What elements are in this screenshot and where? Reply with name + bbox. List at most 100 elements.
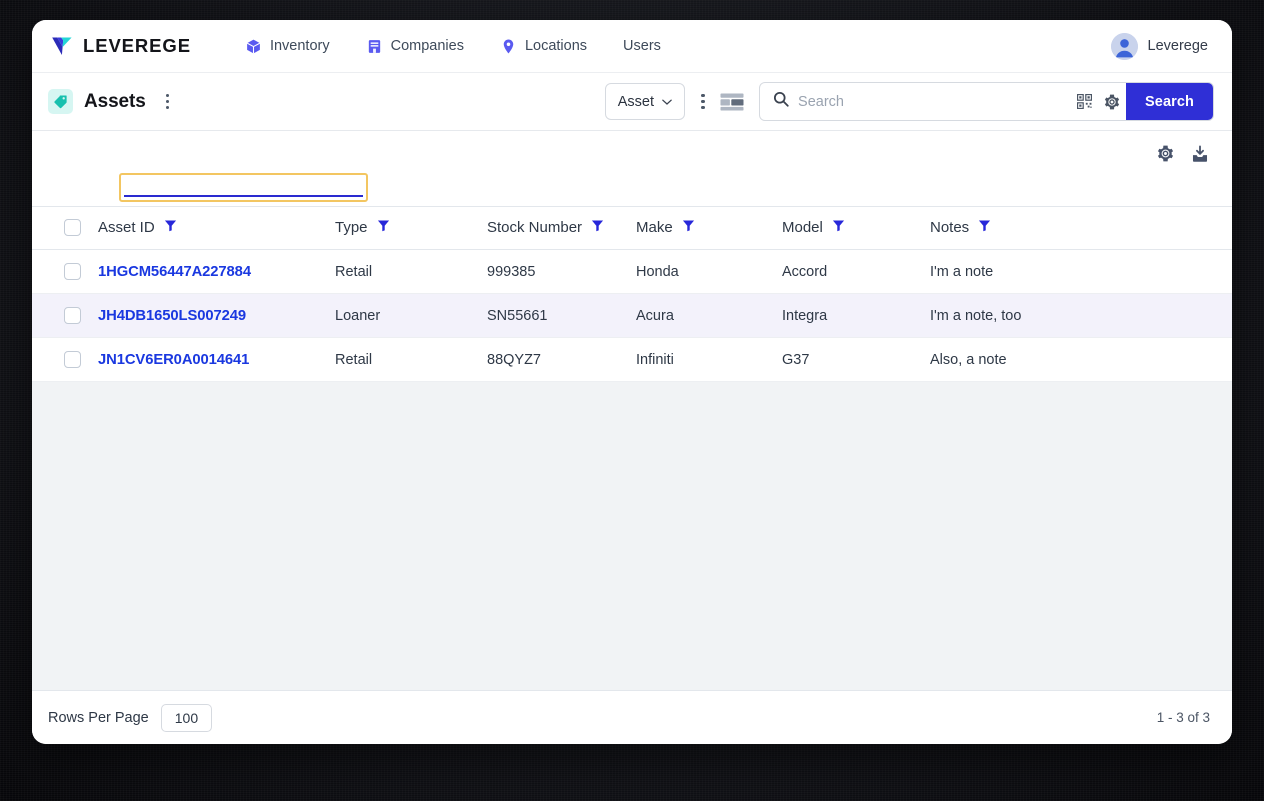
user-menu[interactable]: Leverege [1105, 29, 1212, 64]
row-checkbox[interactable] [64, 307, 81, 324]
nav-item-locations[interactable]: Locations [482, 30, 605, 63]
column-header-type[interactable]: Type [335, 207, 487, 250]
cell-make: Honda [636, 249, 782, 294]
leverege-v-logo-icon [50, 34, 74, 58]
application-window: LEVEREGE Inventory Companies Locations U… [32, 20, 1232, 744]
table-action-strip [32, 131, 1232, 176]
primary-nav: Inventory Companies Locations Users [227, 30, 679, 63]
cell-stock-number: 88QYZ7 [487, 337, 636, 382]
column-label: Make [636, 219, 673, 236]
filter-funnel-icon[interactable] [978, 219, 991, 236]
cell-model: Integra [782, 293, 930, 338]
cell-asset-id: JH4DB1650LS007249 [98, 293, 335, 338]
table-row[interactable]: JN1CV6ER0A0014641 Retail 88QYZ7 Infiniti G37… [32, 337, 1232, 382]
assets-table: Asset ID Type Stock Number Make Model No… [32, 207, 1232, 382]
asset-id-filter-input[interactable] [124, 179, 363, 197]
download-icon[interactable] [1190, 144, 1210, 164]
row-checkbox-cell [32, 337, 98, 382]
pagination-status: 1 - 3 of 3 [1156, 710, 1210, 725]
brand-name: LEVEREGE [83, 35, 191, 56]
table-body: 1HGCM56447A227884 Retail 999385 Honda Accord… [32, 249, 1232, 382]
column-header-make[interactable]: Make [636, 207, 782, 250]
type-select-dropdown[interactable]: Asset [604, 83, 686, 120]
nav-item-users[interactable]: Users [605, 30, 679, 62]
top-navigation-bar: LEVEREGE Inventory Companies Locations U… [32, 20, 1232, 73]
asset-id-filter-focus-ring [119, 173, 368, 202]
column-header-asset-id[interactable]: Asset ID [98, 207, 335, 250]
search-bar: Search [759, 82, 1214, 121]
filter-funnel-icon[interactable] [591, 219, 604, 236]
chevron-down-icon [662, 99, 672, 105]
magnifier-icon [773, 91, 789, 112]
search-button[interactable]: Search [1126, 83, 1213, 120]
nav-item-label: Companies [390, 38, 464, 54]
filter-funnel-icon[interactable] [377, 219, 390, 236]
row-checkbox[interactable] [64, 351, 81, 368]
filter-funnel-icon[interactable] [832, 219, 845, 236]
cell-notes: Also, a note [930, 337, 1232, 382]
assets-table-region: Asset ID Type Stock Number Make Model No… [32, 206, 1232, 690]
select-all-checkbox[interactable] [64, 219, 81, 236]
rows-per-page-input[interactable]: 100 [160, 703, 213, 732]
filter-funnel-icon[interactable] [682, 219, 695, 236]
row-checkbox-cell [32, 293, 98, 338]
table-settings-gear-icon[interactable] [1155, 144, 1175, 164]
page-kebab-menu-icon[interactable] [159, 90, 177, 114]
cell-asset-id: JN1CV6ER0A0014641 [98, 337, 335, 382]
table-header-row: Asset ID Type Stock Number Make Model No… [32, 207, 1232, 250]
row-checkbox-cell [32, 249, 98, 294]
search-input[interactable] [798, 93, 1061, 110]
nav-item-label: Locations [524, 38, 588, 54]
nav-item-label: Inventory [269, 38, 330, 54]
column-label: Stock Number [487, 219, 583, 236]
search-settings-gear-icon[interactable] [1098, 83, 1126, 120]
cell-stock-number: 999385 [487, 249, 636, 294]
page-title: Assets [84, 90, 146, 112]
table-footer: Rows Per Page 100 1 - 3 of 3 [32, 690, 1232, 744]
toolbar-controls: Asset Search Search [604, 82, 1214, 121]
page-toolbar: Assets Asset Search Search [32, 73, 1232, 131]
cell-notes: I'm a note, too [930, 293, 1232, 338]
column-label: Type [335, 219, 368, 236]
column-header-checkbox [32, 207, 98, 250]
filter-funnel-icon[interactable] [164, 219, 177, 236]
column-label: Notes [930, 219, 970, 236]
user-name: Leverege [1147, 38, 1208, 54]
cell-asset-id: 1HGCM56447A227884 [98, 249, 335, 294]
cell-stock-number: SN55661 [487, 293, 636, 338]
type-select-value: Asset [617, 93, 655, 110]
row-checkbox[interactable] [64, 263, 81, 280]
table-header: Asset ID Type Stock Number Make Model No… [32, 207, 1232, 250]
nav-item-inventory[interactable]: Inventory [227, 30, 348, 63]
column-label: Model [782, 219, 823, 236]
cube-icon [245, 38, 262, 55]
cell-type: Loaner [335, 293, 487, 338]
column-label: Asset ID [98, 219, 155, 236]
asset-id-link[interactable]: JN1CV6ER0A0014641 [98, 352, 249, 368]
toolbar-kebab-menu-icon[interactable] [694, 90, 712, 114]
column-header-model[interactable]: Model [782, 207, 930, 250]
split-layout-icon[interactable] [719, 89, 745, 115]
rows-per-page-label: Rows Per Page [48, 709, 149, 726]
cell-type: Retail [335, 337, 487, 382]
tag-icon [48, 89, 73, 114]
table-row[interactable]: 1HGCM56447A227884 Retail 999385 Honda Accord… [32, 249, 1232, 294]
table-empty-space [32, 382, 1232, 690]
column-header-stock-number[interactable]: Stock Number [487, 207, 636, 250]
cell-notes: I'm a note [930, 249, 1232, 294]
column-filter-row [32, 173, 1232, 206]
asset-id-link[interactable]: JH4DB1650LS007249 [98, 308, 246, 324]
avatar [1110, 32, 1138, 60]
map-pin-icon [500, 38, 517, 55]
search-field[interactable] [760, 83, 1070, 120]
page-title-group: Assets [48, 89, 177, 114]
cell-type: Retail [335, 249, 487, 294]
brand-logo[interactable]: LEVEREGE [50, 34, 191, 58]
nav-item-companies[interactable]: Companies [348, 30, 482, 63]
cell-model: Accord [782, 249, 930, 294]
table-row[interactable]: JH4DB1650LS007249 Loaner SN55661 Acura Integ… [32, 293, 1232, 338]
qr-code-icon[interactable] [1070, 83, 1098, 120]
building-icon [366, 38, 383, 55]
column-header-notes[interactable]: Notes [930, 207, 1232, 250]
asset-id-link[interactable]: 1HGCM56447A227884 [98, 264, 251, 280]
